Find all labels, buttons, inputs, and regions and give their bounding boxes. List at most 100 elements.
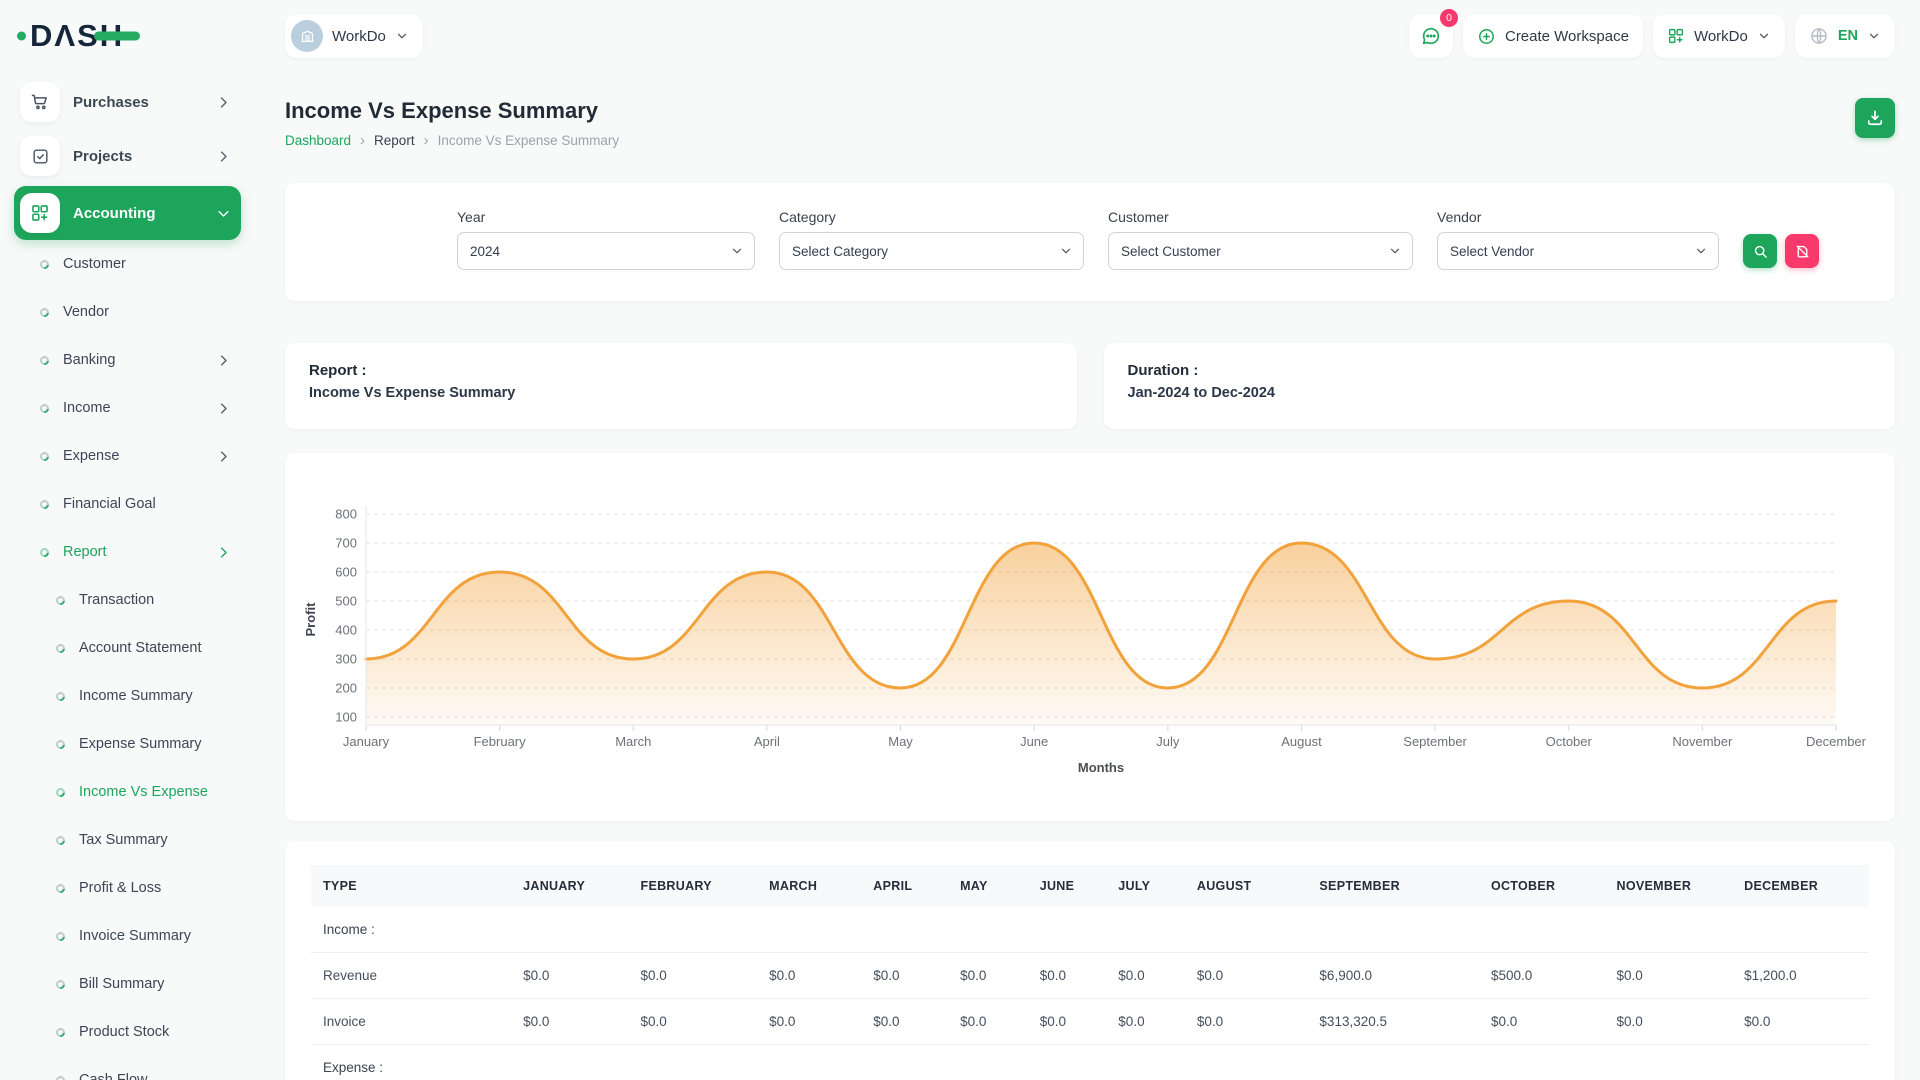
chevron-down-icon <box>730 244 744 258</box>
sidebar-item-expense[interactable]: Expense <box>14 432 241 480</box>
language-selector[interactable]: EN <box>1795 14 1895 58</box>
category-select[interactable]: Select Category <box>779 232 1084 270</box>
messages-button[interactable]: 0 <box>1409 14 1453 58</box>
bullet-icon <box>54 1074 67 1080</box>
table-cell: $0.0 <box>511 953 628 999</box>
table-header-cell: JULY <box>1106 865 1185 907</box>
row-label: Invoice <box>311 999 511 1045</box>
page-header: Income Vs Expense Summary Dashboard › Re… <box>285 98 1895 149</box>
sidebar-item-income-summary[interactable]: Income Summary <box>14 672 241 720</box>
table-header-cell: OCTOBER <box>1479 865 1605 907</box>
reset-filter-button[interactable] <box>1785 234 1819 268</box>
table-header-cell: TYPE <box>311 865 511 907</box>
profit-chart-card: 100200300400500600700800JanuaryFebruaryM… <box>285 453 1895 821</box>
sidebar-item-customer[interactable]: Customer <box>14 240 241 288</box>
bullet-icon <box>54 594 67 607</box>
table-header-cell: FEBRUARY <box>629 865 758 907</box>
workspace-selector[interactable]: WorkDo <box>285 14 423 58</box>
vendor-select[interactable]: Select Vendor <box>1437 232 1719 270</box>
breadcrumb-report[interactable]: Report <box>374 133 415 148</box>
svg-text:November: November <box>1672 734 1733 749</box>
table-cell: $0.0 <box>948 999 1028 1045</box>
bullet-icon <box>54 1026 67 1039</box>
svg-text:500: 500 <box>335 594 357 609</box>
table-header-cell: SEPTEMBER <box>1307 865 1479 907</box>
table-cell: $0.0 <box>629 953 758 999</box>
workspace-menu-button[interactable]: WorkDo <box>1653 14 1785 58</box>
chat-icon <box>1420 25 1442 47</box>
cart-icon <box>20 82 60 122</box>
table-cell: $0.0 <box>1185 953 1308 999</box>
sidebar-item-vendor[interactable]: Vendor <box>14 288 241 336</box>
chevron-right-icon <box>216 449 231 464</box>
breadcrumb-separator: › <box>360 132 365 149</box>
table-section-row-income: Income : <box>311 907 1869 953</box>
table-section-row-expense: Expense : <box>311 1045 1869 1080</box>
table-header-cell: MARCH <box>757 865 861 907</box>
table-cell: $0.0 <box>861 999 948 1045</box>
summary-cards: Report : Income Vs Expense Summary Durat… <box>285 343 1895 429</box>
duration-card: Duration : Jan-2024 to Dec-2024 <box>1104 343 1896 429</box>
language-code: EN <box>1838 28 1858 44</box>
report-card-title: Report : <box>309 362 1053 379</box>
sidebar-item-income[interactable]: Income <box>14 384 241 432</box>
table-header-cell: DECEMBER <box>1732 865 1869 907</box>
chevron-right-icon <box>216 95 231 110</box>
chevron-down-icon <box>1388 244 1402 258</box>
sidebar-item-account-statement[interactable]: Account Statement <box>14 624 241 672</box>
sidebar-item-bill-summary[interactable]: Bill Summary <box>14 960 241 1008</box>
sidebar-item-profit-loss[interactable]: Profit & Loss <box>14 864 241 912</box>
table-cell: $6,900.0 <box>1307 953 1479 999</box>
table-cell: $0.0 <box>1028 999 1107 1045</box>
download-button[interactable] <box>1855 98 1895 138</box>
year-select[interactable]: 2024 <box>457 232 755 270</box>
breadcrumb-dashboard[interactable]: Dashboard <box>285 133 351 148</box>
table-cell: $0.0 <box>757 953 861 999</box>
app-logo[interactable]: DΛSH <box>0 0 255 72</box>
report-card-value: Income Vs Expense Summary <box>309 385 1053 401</box>
chevron-down-icon <box>1867 29 1881 43</box>
sidebar-menu: Purchases Projects AccountingCustomerVendo… <box>0 78 255 1080</box>
clear-filter-icon <box>1794 243 1811 260</box>
apply-filter-button[interactable] <box>1743 234 1777 268</box>
chevron-right-icon <box>216 401 231 416</box>
create-workspace-button[interactable]: Create Workspace <box>1463 14 1643 58</box>
bullet-icon <box>54 786 67 799</box>
sidebar-item-purchases[interactable]: Purchases <box>14 78 241 126</box>
table-header-cell: AUGUST <box>1185 865 1308 907</box>
sidebar-item-transaction[interactable]: Transaction <box>14 576 241 624</box>
bullet-icon <box>54 690 67 703</box>
sidebar-item-income-vs-expense[interactable]: Income Vs Expense <box>14 768 241 816</box>
sidebar-item-report[interactable]: Report <box>14 528 241 576</box>
svg-text:300: 300 <box>335 652 357 667</box>
sidebar-item-banking[interactable]: Banking <box>14 336 241 384</box>
svg-text:600: 600 <box>335 565 357 580</box>
page-title: Income Vs Expense Summary <box>285 98 619 124</box>
sidebar-item-expense-summary[interactable]: Expense Summary <box>14 720 241 768</box>
bullet-icon <box>54 642 67 655</box>
row-label: Revenue <box>311 953 511 999</box>
sidebar-item-financial-goal[interactable]: Financial Goal <box>14 480 241 528</box>
sidebar-item-tax-summary[interactable]: Tax Summary <box>14 816 241 864</box>
sidebar-item-projects[interactable]: Projects <box>14 132 241 180</box>
table-header-cell: JANUARY <box>511 865 628 907</box>
svg-text:January: January <box>343 734 390 749</box>
customer-select[interactable]: Select Customer <box>1108 232 1413 270</box>
svg-text:June: June <box>1020 734 1048 749</box>
table-header-cell: JUNE <box>1028 865 1107 907</box>
topbar-actions: 0 Create Workspace WorkDo <box>1409 14 1895 58</box>
table-header-cell: NOVEMBER <box>1605 865 1733 907</box>
table-cell: $0.0 <box>1028 953 1107 999</box>
sidebar-item-product-stock[interactable]: Product Stock <box>14 1008 241 1056</box>
workspace-avatar-icon <box>291 20 323 52</box>
sidebar-item-accounting[interactable]: Accounting <box>14 186 241 240</box>
sidebar-item-cash-flow[interactable]: Cash Flow <box>14 1056 241 1080</box>
chevron-down-icon <box>1694 244 1708 258</box>
workspace-name: WorkDo <box>332 28 386 45</box>
bullet-icon <box>54 978 67 991</box>
svg-text:September: September <box>1403 734 1467 749</box>
plus-circle-icon <box>1477 27 1496 46</box>
svg-text:Months: Months <box>1078 760 1124 775</box>
sidebar-item-invoice-summary[interactable]: Invoice Summary <box>14 912 241 960</box>
check-square-icon <box>20 136 60 176</box>
